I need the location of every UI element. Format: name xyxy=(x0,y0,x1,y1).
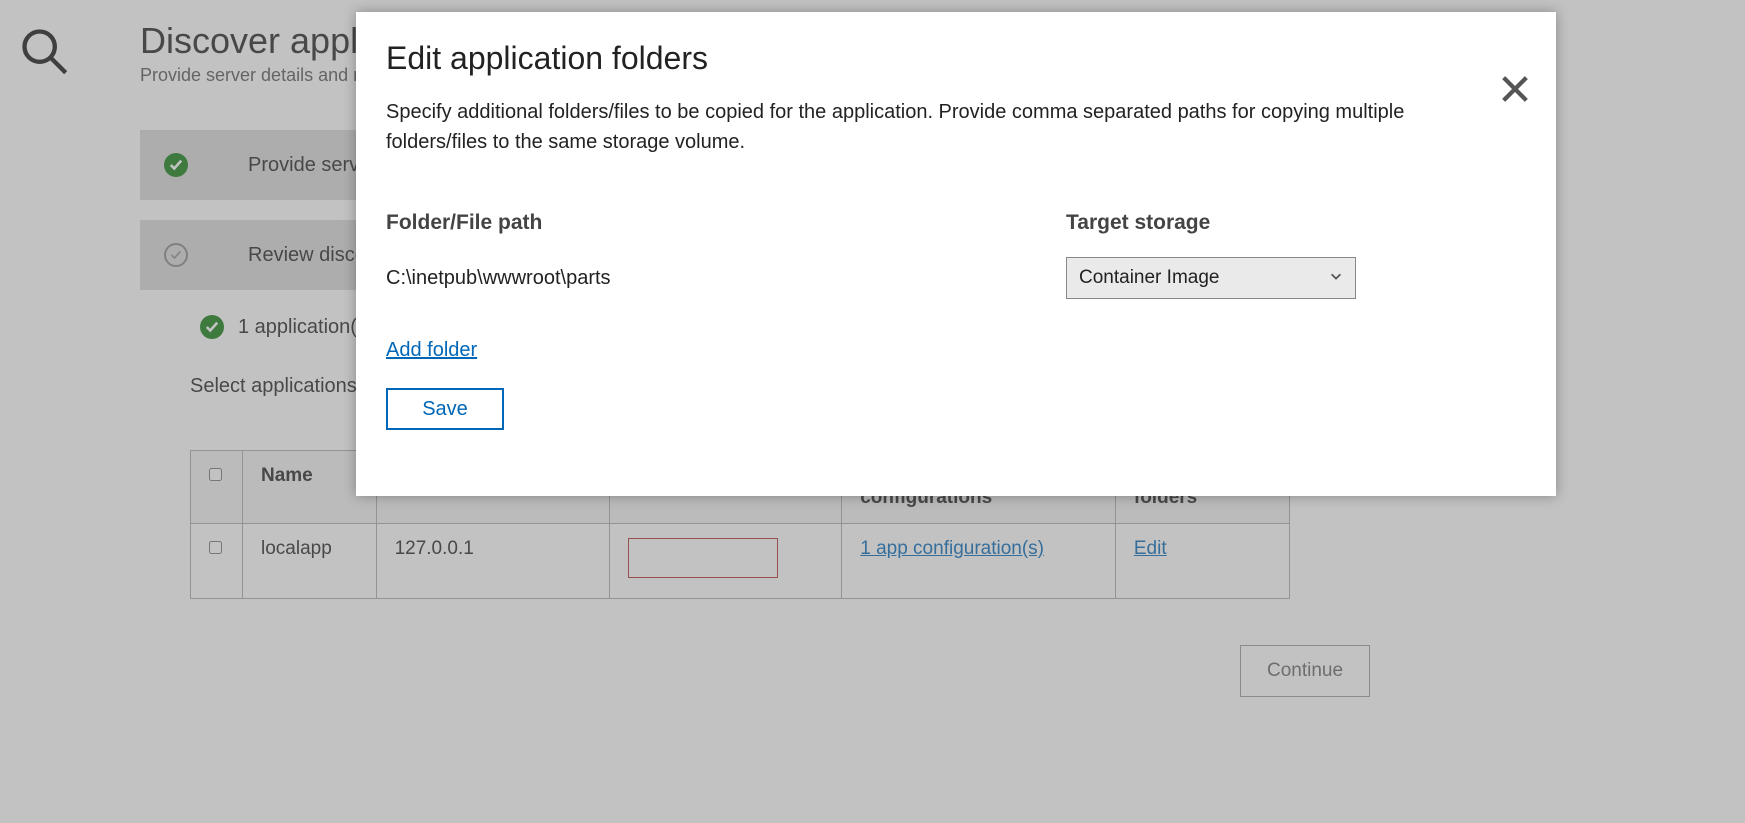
edit-application-folders-dialog: Edit application folders Specify additio… xyxy=(356,12,1556,496)
target-storage-selected: Container Image xyxy=(1079,267,1219,289)
col-header-path: Folder/File path xyxy=(386,211,1066,235)
folder-row: C:\inetpub\wwwroot\parts Container Image xyxy=(386,257,1526,299)
folder-path-value: C:\inetpub\wwwroot\parts xyxy=(386,267,1066,290)
close-icon[interactable] xyxy=(1498,72,1532,111)
modal-title: Edit application folders xyxy=(386,40,1526,77)
col-header-target: Target storage xyxy=(1066,211,1386,235)
target-storage-select[interactable]: Container Image xyxy=(1066,257,1356,299)
add-folder-link[interactable]: Add folder xyxy=(386,339,477,362)
modal-column-headers: Folder/File path Target storage xyxy=(386,211,1526,235)
modal-description: Specify additional folders/files to be c… xyxy=(386,97,1436,157)
save-button[interactable]: Save xyxy=(386,388,504,430)
chevron-down-icon xyxy=(1329,267,1343,289)
